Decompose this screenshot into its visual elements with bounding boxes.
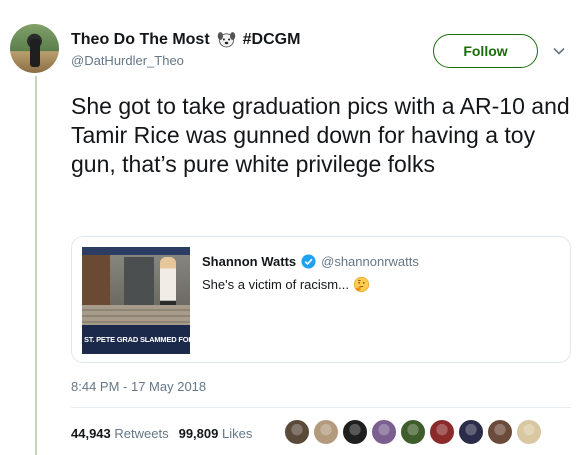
retweets-stat[interactable]: 44,943 Retweets xyxy=(71,426,169,441)
thread-line xyxy=(35,76,37,455)
author-avatar[interactable] xyxy=(10,24,59,73)
chevron-down-icon[interactable] xyxy=(552,44,566,58)
liker-avatar[interactable] xyxy=(371,419,397,445)
author-name-row[interactable]: Theo Do The Most #DCGM xyxy=(71,29,300,50)
divider xyxy=(71,407,571,408)
liker-avatar[interactable] xyxy=(429,419,455,445)
quoted-tweet-text-row: She's a victim of racism... xyxy=(202,276,370,293)
quoted-tweet-image[interactable]: ST. PETE GRAD SLAMMED FOR PHOTOS xyxy=(82,247,190,354)
quoted-tweet-text: She's a victim of racism... xyxy=(202,277,349,292)
tweet-text: She got to take graduation pics with a A… xyxy=(71,93,570,177)
news-banner-headline: ST. PETE GRAD SLAMMED FOR PHOTOS xyxy=(84,335,190,344)
dog-face-icon xyxy=(217,32,235,48)
verified-badge-icon xyxy=(301,254,316,269)
retweets-label: Retweets xyxy=(114,426,169,441)
liker-avatars[interactable] xyxy=(284,419,542,445)
liker-avatar[interactable] xyxy=(342,419,368,445)
liker-avatar[interactable] xyxy=(313,419,339,445)
author-tag[interactable]: #DCGM xyxy=(243,31,301,49)
liker-avatar[interactable] xyxy=(400,419,426,445)
tweet-timestamp[interactable]: 8:44 PM - 17 May 2018 xyxy=(71,379,206,394)
likes-label: Likes xyxy=(221,426,253,441)
liker-avatar[interactable] xyxy=(516,419,542,445)
quoted-tweet-card[interactable]: ST. PETE GRAD SLAMMED FOR PHOTOS Shannon… xyxy=(71,236,571,363)
author-handle[interactable]: @DatHurdler_Theo xyxy=(71,53,184,68)
retweets-count: 44,943 xyxy=(71,426,111,441)
quoted-handle[interactable]: @shannonrwatts xyxy=(321,254,419,269)
likes-count: 99,809 xyxy=(178,426,219,441)
likes-stat[interactable]: 99,809 Likes xyxy=(179,426,253,441)
tweet-stats: 44,943 Retweets 99,809 Likes xyxy=(71,426,252,441)
liker-avatar[interactable] xyxy=(284,419,310,445)
quoted-author-row[interactable]: Shannon Watts @shannonrwatts xyxy=(202,254,419,269)
news-banner: ST. PETE GRAD SLAMMED FOR PHOTOS xyxy=(82,325,190,354)
quoted-display-name[interactable]: Shannon Watts xyxy=(202,254,296,269)
follow-button[interactable]: Follow xyxy=(433,34,538,68)
author-display-name[interactable]: Theo Do The Most xyxy=(71,31,210,49)
liker-avatar[interactable] xyxy=(487,419,513,445)
liker-avatar[interactable] xyxy=(458,419,484,445)
thinking-face-icon xyxy=(353,276,370,293)
